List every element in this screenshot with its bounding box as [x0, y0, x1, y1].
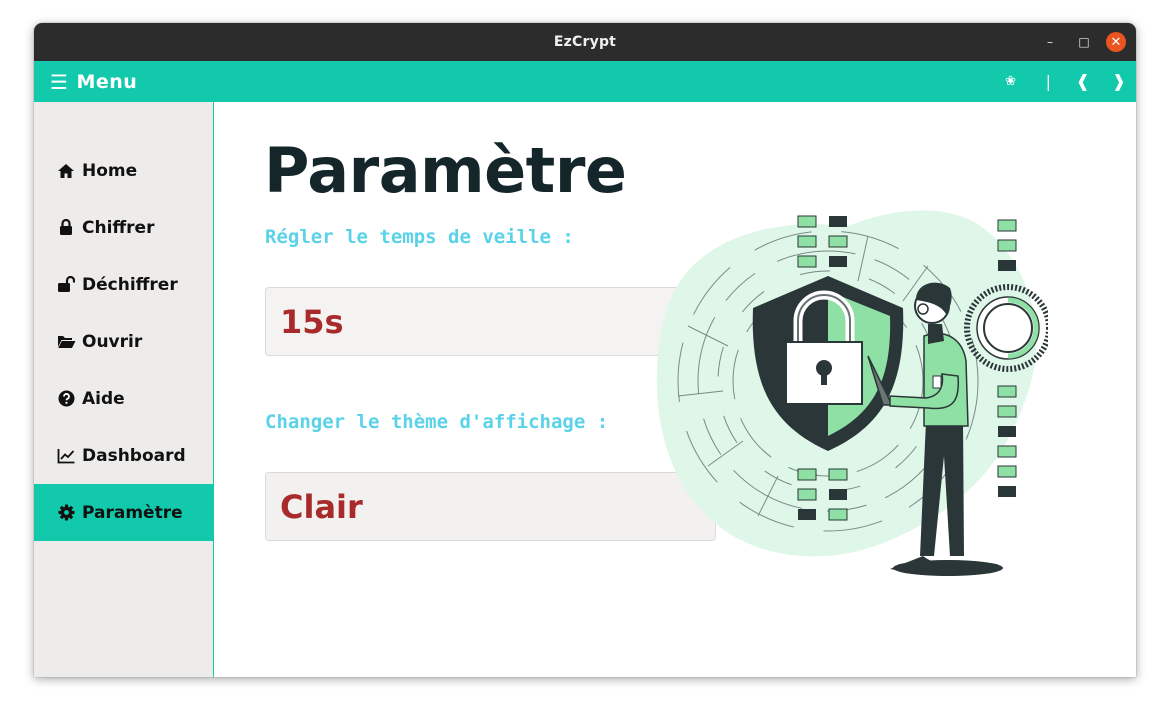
sidebar-item-label: Chiffrer: [82, 217, 155, 238]
sidebar: Home Chiffrer Déchiffrer Ouvrir Aide Das…: [34, 102, 214, 677]
sidebar-item-label: Home: [82, 160, 138, 181]
sidebar-item-label: Dashboard: [82, 445, 186, 466]
next-button[interactable]: ❱: [1112, 61, 1126, 102]
main-content: Paramètre Régler le temps de veille : 15…: [214, 102, 1136, 677]
flower-icon[interactable]: ❀: [1005, 61, 1016, 102]
lock-icon: [56, 219, 76, 236]
question-circle-icon: [56, 390, 76, 407]
line-chart-icon: [56, 448, 76, 464]
previous-button[interactable]: ❰: [1076, 61, 1090, 102]
gear-icon: [56, 504, 76, 521]
window-title: EzCrypt: [553, 34, 617, 50]
menu-toggle-button[interactable]: ☰ Menu: [50, 61, 137, 102]
menu-separator: |: [1045, 72, 1051, 91]
sidebar-item-dechiffrer[interactable]: Déchiffrer: [34, 256, 213, 313]
sleep-time-label: Régler le temps de veille :: [265, 226, 574, 248]
sidebar-item-chiffrer[interactable]: Chiffrer: [34, 199, 213, 256]
folder-open-icon: [56, 334, 76, 349]
sidebar-item-parametre[interactable]: Paramètre: [34, 484, 213, 541]
sidebar-item-label: Ouvrir: [82, 331, 143, 352]
close-button[interactable]: ✕: [1106, 32, 1126, 52]
page-title: Paramètre: [264, 134, 627, 207]
sleep-time-value: 15s: [280, 302, 344, 341]
maximize-button[interactable]: □: [1074, 32, 1094, 52]
menu-right-controls: ❀ | ❰ ❱: [976, 61, 1136, 102]
title-bar[interactable]: EzCrypt – □ ✕: [34, 23, 1136, 61]
theme-value: Clair: [280, 487, 363, 526]
sidebar-item-home[interactable]: Home: [34, 142, 213, 199]
sidebar-item-dashboard[interactable]: Dashboard: [34, 427, 213, 484]
theme-label: Changer le thème d'affichage :: [265, 411, 609, 433]
app-window: EzCrypt – □ ✕ ☰ Menu ❀ | ❰ ❱ Home Chiffr…: [34, 23, 1136, 677]
home-icon: [56, 163, 76, 179]
minimize-button[interactable]: –: [1040, 32, 1060, 52]
unlock-icon: [56, 276, 76, 293]
menu-bar: ☰ Menu ❀ | ❰ ❱: [34, 61, 1136, 102]
security-illustration: [656, 210, 1048, 576]
menu-toggle-label: Menu: [76, 70, 138, 93]
sidebar-item-label: Déchiffrer: [82, 274, 178, 295]
sidebar-item-ouvrir[interactable]: Ouvrir: [34, 313, 213, 370]
sidebar-item-label: Aide: [82, 388, 125, 409]
sidebar-item-aide[interactable]: Aide: [34, 370, 213, 427]
hamburger-icon: ☰: [50, 69, 69, 94]
sidebar-item-label: Paramètre: [82, 502, 183, 523]
